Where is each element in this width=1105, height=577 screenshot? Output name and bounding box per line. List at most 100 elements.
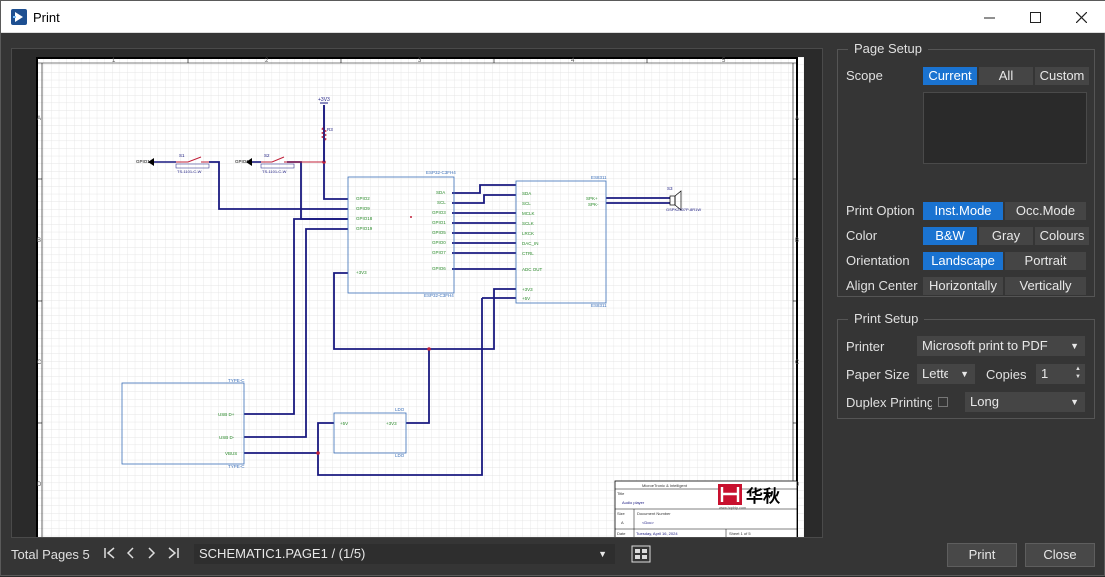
row-letter: A <box>37 116 41 122</box>
tb-logo-url: www.hqchip.com <box>719 506 746 510</box>
horizontally-button[interactable]: Horizontally <box>923 277 1003 295</box>
button-ref: S1 <box>179 153 185 158</box>
grid-background <box>36 57 804 537</box>
printer-label: Printer <box>846 339 885 354</box>
printer-select[interactable]: Microsoft print to PDF ▼ <box>917 336 1085 356</box>
scope-all-button[interactable]: All <box>979 67 1033 85</box>
usb-name: TYPE-C <box>228 464 245 469</box>
next-page-icon[interactable] <box>147 546 157 560</box>
preview-page: 1 2 3 4 5 A B C D A B C D <box>36 57 804 537</box>
mcu-pin: GPIO5 <box>432 230 446 235</box>
orientation-label: Orientation <box>846 253 910 268</box>
custom-pages-box[interactable] <box>923 92 1087 164</box>
row-letter: C <box>795 360 800 366</box>
occ-mode-button[interactable]: Occ.Mode <box>1005 202 1086 220</box>
usb-pin: USB D+ <box>218 412 235 417</box>
vertically-button[interactable]: Vertically <box>1005 277 1086 295</box>
paper-size-label: Paper Size <box>846 367 910 382</box>
ldo-name: LDO <box>395 407 405 412</box>
speaker-part: GSPK2307P-8R1W <box>666 207 701 212</box>
close-window-button[interactable] <box>1058 1 1104 33</box>
orientation-selector: Landscape Portrait <box>923 252 1088 270</box>
row-letter: B <box>795 238 799 244</box>
colours-button[interactable]: Colours <box>1035 227 1089 245</box>
copies-label: Copies <box>986 367 1027 382</box>
tb-title-label: Title <box>617 491 625 496</box>
usb-name: TYPE-C <box>228 378 245 383</box>
print-preview[interactable]: 1 2 3 4 5 A B C D A B C D <box>11 48 823 538</box>
copies-spinner[interactable]: 1 ▲ ▼ <box>1036 364 1085 384</box>
duplex-mode-select[interactable]: Long ▼ <box>965 392 1085 412</box>
app-logo-icon <box>11 9 27 25</box>
scope-current-button[interactable]: Current <box>923 67 977 85</box>
minimize-button[interactable] <box>966 1 1012 33</box>
tb-docnum-label: Document Number <box>637 511 671 516</box>
portrait-button[interactable]: Portrait <box>1005 252 1086 270</box>
paper-size-value: Letter <box>922 366 948 381</box>
print-option-label: Print Option <box>846 203 915 218</box>
window-title: Print <box>33 10 60 25</box>
scope-custom-button[interactable]: Custom <box>1035 67 1089 85</box>
footer-bar: Total Pages 5 SCHEMATIC1.PAGE1 / (1/5) ▼… <box>1 538 1105 577</box>
chevron-down-icon: ▼ <box>598 549 607 559</box>
codec-pin: +3V3 <box>522 287 533 292</box>
ldo-pin: +3V3 <box>386 421 397 426</box>
codec-pin: SDA <box>522 191 531 196</box>
align-center-selector: Horizontally Vertically <box>923 277 1088 295</box>
mcu-pin: GPIO18 <box>356 216 373 221</box>
resistor-ref: R3 <box>327 127 333 132</box>
row-letter: C <box>37 360 42 366</box>
last-page-icon[interactable] <box>168 546 180 560</box>
first-page-icon[interactable] <box>103 546 115 560</box>
page-select[interactable]: SCHEMATIC1.PAGE1 / (1/5) ▼ <box>194 544 615 564</box>
previous-page-icon[interactable] <box>125 546 135 560</box>
mcu-pin: SDA <box>436 190 445 195</box>
chevron-down-icon: ▼ <box>1070 397 1079 407</box>
tb-title: Audio player <box>622 500 645 505</box>
duplex-mode-value: Long <box>970 394 999 409</box>
title-bar: Print <box>1 1 1105 33</box>
scope-label: Scope <box>846 68 883 83</box>
row-letter: B <box>37 238 41 244</box>
minimize-icon <box>983 17 995 18</box>
close-icon <box>1075 11 1087 23</box>
align-center-label: Align Center <box>846 278 918 293</box>
codec-pin: LRCK <box>522 231 534 236</box>
maximize-icon <box>1029 11 1041 23</box>
mcu-name: ESP32-C3FH4 <box>426 170 456 175</box>
gray-button[interactable]: Gray <box>979 227 1033 245</box>
codec-pin: SCLK <box>522 221 534 226</box>
title-block: MicroeTronic & Intelligent Title Audio p… <box>614 480 798 537</box>
ldo-name: LDO <box>395 453 405 458</box>
print-button[interactable]: Print <box>947 543 1017 567</box>
tb-docnum: <Doc> <box>642 520 654 525</box>
landscape-button[interactable]: Landscape <box>923 252 1003 270</box>
maximize-button[interactable] <box>1012 1 1058 33</box>
tb-date-label: Date <box>617 531 626 536</box>
bw-button[interactable]: B&W <box>923 227 977 245</box>
mcu-pin: GPIO1 <box>432 220 446 225</box>
paper-size-select[interactable]: Letter ▼ <box>917 364 975 384</box>
chevron-down-icon: ▼ <box>960 369 969 379</box>
duplex-label: Duplex Printing <box>846 395 932 410</box>
fit-page-icon[interactable] <box>631 545 651 563</box>
mcu-pin: GPIO7 <box>432 250 446 255</box>
print-setup-title: Print Setup <box>848 311 925 326</box>
duplex-checkbox[interactable] <box>938 397 948 407</box>
usb-pin: USB D- <box>219 435 235 440</box>
printer-value: Microsoft print to PDF <box>922 338 1048 353</box>
button-ref: S2 <box>264 153 270 158</box>
codec-pin: ADC OUT <box>522 267 543 272</box>
page-setup-panel: Page Setup Scope Current All Custom Prin… <box>837 41 1095 297</box>
mcu-pin: GPIO19 <box>356 226 373 231</box>
mcu-pin: GPIO0 <box>432 240 446 245</box>
speaker-ref: S3 <box>667 186 673 191</box>
tb-size-label: Size <box>617 511 626 516</box>
spinner-arrows-icon[interactable]: ▲ ▼ <box>1075 365 1081 381</box>
inst-mode-button[interactable]: Inst.Mode <box>923 202 1003 220</box>
mcu-pin: GPIO3 <box>432 210 446 215</box>
codec-pin: +5V <box>522 296 530 301</box>
close-button[interactable]: Close <box>1025 543 1095 567</box>
codec-pin: SCL <box>522 201 531 206</box>
mcu-pin: SCL <box>437 200 446 205</box>
